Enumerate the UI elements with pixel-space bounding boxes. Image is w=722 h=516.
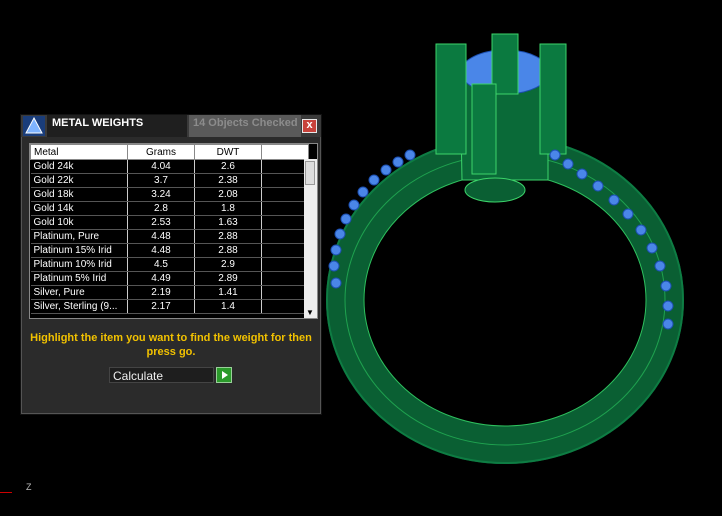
table-row[interactable]: Gold 18k 3.24 2.08 <box>30 187 309 202</box>
cell-empty <box>261 187 309 202</box>
cell-dwt: 1.41 <box>194 285 262 300</box>
cell-grams: 2.8 <box>127 201 195 216</box>
cell-empty <box>261 257 309 272</box>
axis-z-label: Z <box>26 482 32 492</box>
cell-grams: 2.19 <box>127 285 195 300</box>
cell-empty <box>261 229 309 244</box>
cell-metal: Gold 10k <box>30 215 128 230</box>
cell-metal: Gold 22k <box>30 173 128 188</box>
cell-grams: 4.04 <box>127 159 195 174</box>
cell-metal: Silver, Pure <box>30 285 128 300</box>
cell-dwt: 2.08 <box>194 187 262 202</box>
cell-empty <box>261 215 309 230</box>
scroll-down-arrow-icon[interactable]: ▼ <box>306 308 314 317</box>
table-row[interactable]: Silver, Sterling (9... 2.17 1.4 <box>30 299 309 314</box>
table-row[interactable]: Platinum, Pure 4.48 2.88 <box>30 229 309 244</box>
cell-grams: 4.49 <box>127 271 195 286</box>
cell-empty <box>261 271 309 286</box>
cell-empty <box>261 243 309 258</box>
column-header-dwt[interactable]: DWT <box>194 144 262 160</box>
tab-objects-checked[interactable]: 14 Objects Checked <box>189 115 301 137</box>
metal-table: Metal Grams DWT Gold 24k 4.04 2.6 Gold 22k… <box>30 144 309 314</box>
cell-grams: 3.7 <box>127 173 195 188</box>
cell-empty <box>261 201 309 216</box>
table-row[interactable]: Gold 22k 3.7 2.38 <box>30 173 309 188</box>
cell-dwt: 2.6 <box>194 159 262 174</box>
tab-metal-weights[interactable]: METAL WEIGHTS <box>47 115 187 137</box>
close-button[interactable]: x <box>302 119 317 133</box>
cell-metal: Gold 18k <box>30 187 128 202</box>
table-row[interactable]: Gold 24k 4.04 2.6 <box>30 159 309 174</box>
column-header-metal[interactable]: Metal <box>30 144 128 160</box>
action-select[interactable]: Calculate <box>109 367 214 383</box>
cell-grams: 4.48 <box>127 229 195 244</box>
cell-metal: Gold 14k <box>30 201 128 216</box>
cell-empty <box>261 159 309 174</box>
column-header-empty <box>261 144 309 160</box>
table-row[interactable]: Silver, Pure 2.19 1.41 <box>30 285 309 300</box>
cell-metal: Platinum 10% Irid <box>30 257 128 272</box>
table-row[interactable]: Gold 10k 2.53 1.63 <box>30 215 309 230</box>
cell-metal: Platinum 15% Irid <box>30 243 128 258</box>
scrollbar-thumb[interactable] <box>305 161 315 185</box>
column-header-grams[interactable]: Grams <box>127 144 195 160</box>
cell-grams: 4.5 <box>127 257 195 272</box>
cell-grams: 3.24 <box>127 187 195 202</box>
cell-dwt: 2.38 <box>194 173 262 188</box>
axis-x-line <box>0 492 12 493</box>
cell-dwt: 1.8 <box>194 201 262 216</box>
cell-metal: Platinum 5% Irid <box>30 271 128 286</box>
table-row[interactable]: Platinum 10% Irid 4.5 2.9 <box>30 257 309 272</box>
metal-weights-list[interactable]: Metal Grams DWT Gold 24k 4.04 2.6 Gold 22k… <box>29 143 318 319</box>
cell-dwt: 2.88 <box>194 229 262 244</box>
panel-titlebar: METAL WEIGHTS 14 Objects Checked x <box>21 115 321 137</box>
table-row[interactable]: Platinum 5% Irid 4.49 2.89 <box>30 271 309 286</box>
cell-dwt: 2.9 <box>194 257 262 272</box>
table-header-row: Metal Grams DWT <box>30 144 309 160</box>
app-logo-icon <box>23 116 45 136</box>
go-button[interactable] <box>216 367 232 383</box>
cell-grams: 2.17 <box>127 299 195 314</box>
cell-empty <box>261 285 309 300</box>
table-row[interactable]: Gold 14k 2.8 1.8 <box>30 201 309 216</box>
cell-empty <box>261 173 309 188</box>
cell-dwt: 1.63 <box>194 215 262 230</box>
metal-weights-panel: METAL WEIGHTS 14 Objects Checked x Metal… <box>20 114 322 415</box>
cell-metal: Silver, Sterling (9... <box>30 299 128 314</box>
table-row[interactable]: Platinum 15% Irid 4.48 2.88 <box>30 243 309 258</box>
cell-empty <box>261 299 309 314</box>
cell-grams: 4.48 <box>127 243 195 258</box>
cell-dwt: 1.4 <box>194 299 262 314</box>
cell-grams: 2.53 <box>127 215 195 230</box>
cell-dwt: 2.88 <box>194 243 262 258</box>
cell-metal: Gold 24k <box>30 159 128 174</box>
instruction-text: Highlight the item you want to find the … <box>30 332 312 358</box>
list-scrollbar[interactable]: ▼ <box>304 159 317 318</box>
cell-metal: Platinum, Pure <box>30 229 128 244</box>
cell-dwt: 2.89 <box>194 271 262 286</box>
